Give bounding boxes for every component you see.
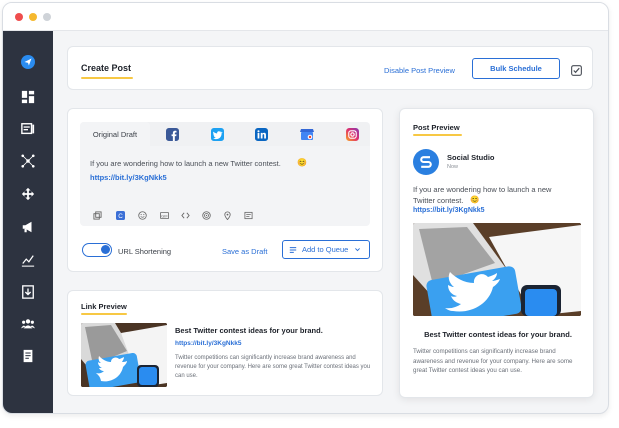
disable-preview-link[interactable]: Disable Post Preview (384, 66, 455, 75)
svg-text:GIF: GIF (161, 213, 168, 218)
compose-icon[interactable] (18, 119, 38, 139)
minimize-window-dot[interactable] (29, 13, 37, 21)
add-to-queue-label: Add to Queue (302, 245, 349, 254)
preview-link[interactable]: https://bit.ly/3KgNkk5 (413, 207, 485, 214)
editor-link[interactable]: https://bit.ly/3KgNkk5 (90, 173, 167, 182)
tab-facebook[interactable] (162, 122, 182, 146)
social-studio-logo-icon (420, 156, 432, 168)
queue-icon (289, 246, 297, 253)
link-preview-url[interactable]: https://bit.ly/3KgNkk5 (175, 340, 241, 347)
editor-text: If you are wondering how to launch a new… (90, 159, 281, 168)
avatar (413, 149, 439, 175)
tab-linkedin[interactable] (251, 122, 271, 146)
google-business-icon (300, 129, 314, 140)
svg-text:C: C (118, 212, 123, 219)
checklist-icon[interactable] (571, 63, 582, 76)
gif-icon[interactable]: GIF (159, 210, 169, 220)
network-tabs: Original Draft (80, 122, 370, 146)
link-preview-underline (81, 313, 127, 315)
post-preview-card: Post Preview Social Studio Now If you ar… (399, 108, 594, 398)
preview-description: Twitter competitions can significantly i… (413, 348, 573, 374)
link-preview-title: Link Preview (81, 302, 127, 311)
dashboard-icon[interactable] (18, 87, 38, 107)
preview-emoji: 😊 (470, 195, 480, 204)
media-library-icon[interactable] (92, 210, 102, 220)
sidebar (3, 31, 53, 413)
document-icon[interactable] (18, 346, 38, 366)
twitter-icon (210, 127, 224, 141)
url-shortening-label: URL Shortening (118, 247, 172, 256)
preview-headline[interactable]: Best Twitter contest ideas for your bran… (413, 330, 583, 339)
smile-emoji: 😊 (297, 158, 307, 167)
add-to-queue-button[interactable]: Add to Queue (282, 240, 370, 259)
account-time: Now (447, 164, 459, 170)
title-underline (81, 77, 133, 79)
post-preview-title: Post Preview (413, 123, 460, 132)
account-name: Social Studio (447, 153, 495, 162)
toggle-knob (101, 245, 110, 254)
chevron-down-icon (355, 248, 361, 252)
maximize-window-dot[interactable] (43, 13, 51, 21)
code-icon[interactable] (180, 210, 190, 220)
link-preview-image (81, 323, 167, 387)
send-icon[interactable] (18, 52, 38, 72)
link-preview-headline[interactable]: Best Twitter contest ideas for your bran… (175, 326, 323, 335)
url-shortening-toggle[interactable] (82, 243, 112, 257)
target-icon[interactable] (201, 210, 211, 220)
page-title: Create Post (81, 63, 132, 73)
link-preview-card: Link Preview Best Twitter contest ideas … (67, 290, 383, 396)
tab-original-draft[interactable]: Original Draft (80, 122, 150, 146)
close-window-dot[interactable] (15, 13, 23, 21)
facebook-icon (165, 127, 179, 141)
tab-instagram[interactable] (342, 122, 362, 146)
notes-icon[interactable] (243, 210, 253, 220)
preview-text: If you are wondering how to launch a new… (413, 185, 552, 205)
location-icon[interactable] (222, 210, 232, 220)
tab-google-business[interactable] (297, 122, 317, 146)
link-preview-description: Twitter competitions can significantly i… (175, 355, 371, 379)
download-icon[interactable] (18, 282, 38, 302)
megaphone-icon[interactable] (18, 217, 38, 237)
tab-twitter[interactable] (207, 122, 227, 146)
save-draft-link[interactable]: Save as Draft (222, 247, 267, 256)
linkedin-icon (254, 127, 268, 141)
tab-original-draft-label: Original Draft (92, 129, 138, 139)
preview-image (413, 223, 581, 316)
header-card: Create Post Disable Post Preview Bulk Sc… (67, 46, 593, 90)
post-preview-underline (413, 134, 462, 136)
instagram-icon (345, 127, 359, 141)
bulk-schedule-button[interactable]: Bulk Schedule (472, 58, 560, 79)
canva-icon[interactable]: C (115, 210, 125, 220)
team-icon[interactable] (18, 314, 38, 334)
emoji-icon[interactable] (137, 210, 147, 220)
title-bar (3, 3, 608, 31)
analytics-icon[interactable] (18, 250, 38, 270)
network-icon[interactable] (18, 151, 38, 171)
move-icon[interactable] (18, 184, 38, 204)
